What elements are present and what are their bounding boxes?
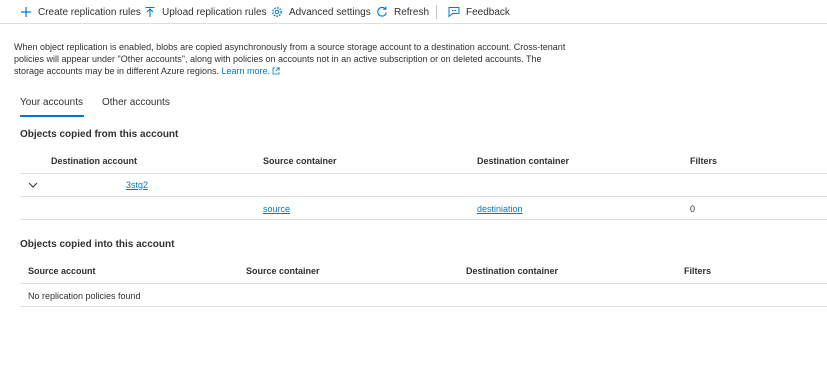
empty-row-divider: [20, 306, 827, 307]
header-source-container: Source container: [263, 156, 337, 166]
copied-into-title: Objects copied into this account: [20, 239, 175, 250]
tab-other-accounts[interactable]: Other accounts: [102, 97, 170, 108]
feedback-button[interactable]: Feedback: [448, 4, 510, 20]
external-link-icon: [272, 67, 280, 75]
advanced-settings-button[interactable]: Advanced settings: [271, 4, 371, 20]
feedback-label: Feedback: [466, 6, 510, 18]
description-text: When object replication is enabled, blob…: [14, 41, 574, 78]
copied-from-title: Objects copied from this account: [20, 129, 179, 140]
tab-your-accounts-label: Your accounts: [20, 97, 84, 108]
filters-count: 0: [690, 204, 696, 214]
header-destination-account: Destination account: [51, 156, 138, 166]
header-filters-2: Filters: [684, 266, 712, 276]
header-divider-2: [20, 283, 827, 284]
group-divider: [20, 196, 827, 197]
feedback-icon: [448, 7, 460, 18]
create-replication-rules-button[interactable]: Create replication rules: [20, 4, 141, 20]
create-replication-rules-label: Create replication rules: [38, 6, 141, 18]
header-destination-container: Destination container: [477, 156, 570, 166]
command-bar: Create replication rules Upload replicat…: [0, 0, 827, 24]
empty-state-text: No replication policies found: [28, 291, 141, 301]
plus-icon: [21, 7, 31, 17]
learn-more-link[interactable]: Learn more.: [221, 66, 280, 76]
row-divider: [20, 219, 827, 220]
header-source-container-2: Source container: [246, 266, 320, 276]
header-filters: Filters: [690, 156, 718, 166]
toolbar-divider: [436, 5, 437, 19]
description-body: When object replication is enabled, blob…: [14, 42, 566, 77]
header-divider: [20, 173, 827, 174]
upload-replication-rules-label: Upload replication rules: [162, 6, 267, 18]
header-destination-container-2: Destination container: [466, 266, 559, 276]
source-container-link[interactable]: source: [263, 204, 290, 214]
chevron-down-icon[interactable]: [28, 181, 38, 189]
header-source-account: Source account: [28, 266, 96, 276]
destination-container-link[interactable]: destiniation: [477, 204, 523, 214]
tab-your-accounts[interactable]: Your accounts: [20, 97, 83, 108]
upload-replication-rules-button[interactable]: Upload replication rules: [144, 4, 267, 20]
learn-more-label: Learn more.: [221, 66, 270, 77]
refresh-button[interactable]: Refresh: [376, 4, 429, 20]
upload-icon: [145, 6, 155, 17]
refresh-icon: [377, 6, 387, 17]
refresh-label: Refresh: [394, 6, 430, 18]
tab-other-accounts-label: Other accounts: [102, 97, 170, 108]
active-tab-indicator: [20, 115, 84, 117]
gear-icon: [272, 7, 282, 17]
advanced-settings-label: Advanced settings: [289, 6, 371, 18]
group-destination-account-link[interactable]: 3stg2: [126, 180, 148, 190]
